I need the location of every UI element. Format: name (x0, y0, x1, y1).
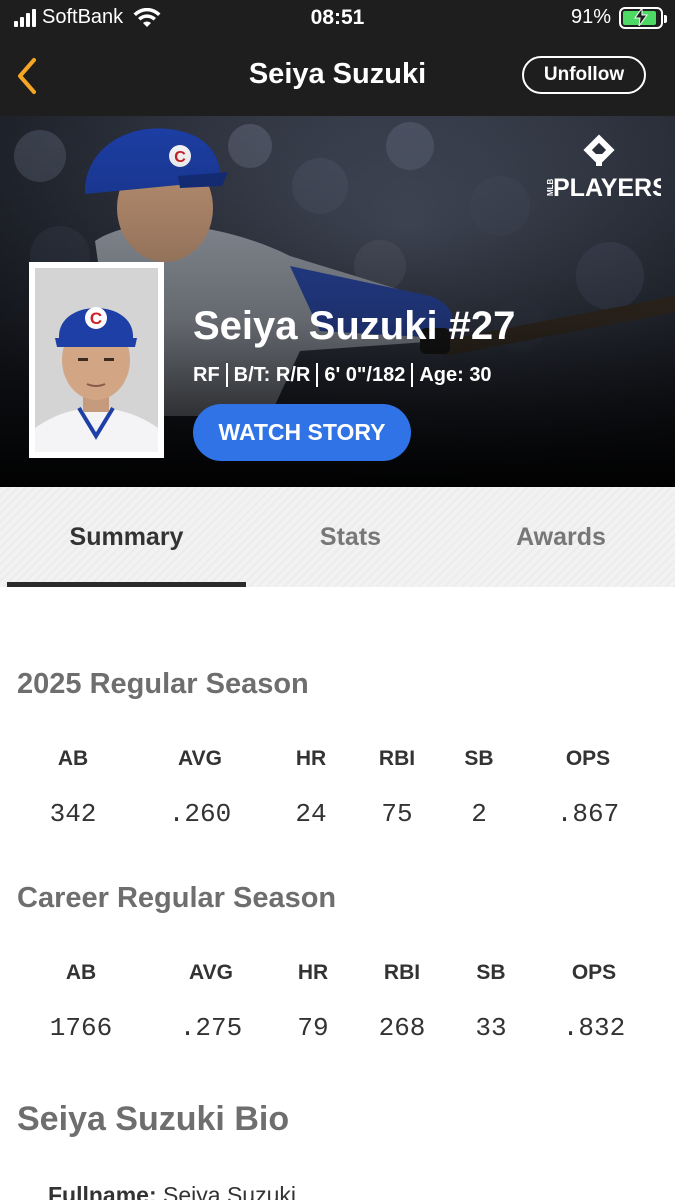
season-stats-title: 2025 Regular Season (17, 668, 309, 700)
bio-fullname: Fullname: Seiya Suzuki (48, 1182, 296, 1200)
player-position: RF (193, 363, 220, 386)
tab-awards[interactable]: Awards (455, 487, 667, 587)
stat-header: OPS (571, 961, 617, 984)
stat-value: .275 (179, 1013, 243, 1043)
stat-column: SB 33 (475, 961, 506, 1043)
stat-header: RBI (383, 961, 421, 984)
status-bar: SoftBank 08:51 91% (0, 0, 675, 36)
stat-column: AB 342 (50, 747, 97, 829)
stat-header: SB (476, 961, 506, 984)
stat-column: OPS .832 (563, 961, 625, 1043)
mlb-players-logo: MLB PLAYERS (546, 134, 661, 200)
watch-story-button[interactable]: WATCH STORY (193, 404, 411, 461)
player-headshot: C (29, 262, 164, 458)
stat-header: OPS (565, 747, 611, 770)
stat-value: .832 (562, 1013, 626, 1043)
active-tab-indicator (7, 582, 246, 587)
player-name-heading: Seiya Suzuki #27 (193, 304, 516, 348)
tab-stats[interactable]: Stats (246, 487, 455, 587)
meta-divider (225, 363, 228, 387)
stat-column: HR 79 (297, 961, 328, 1043)
stat-value: 79 (297, 1013, 329, 1043)
stat-header: AVG (189, 961, 233, 984)
bio-fullname-label: Fullname: (48, 1182, 157, 1200)
stat-header: AB (57, 747, 89, 770)
player-headshot-image: C (35, 268, 158, 452)
player-hero: C MLB PLAYERS C (0, 116, 675, 487)
stat-column: RBI 75 (379, 747, 415, 829)
stat-header: SB (464, 747, 494, 770)
charging-bolt-icon (634, 7, 648, 26)
stat-value: 2 (471, 799, 487, 829)
status-right: 91% (570, 6, 667, 29)
battery-percent: 91% (570, 6, 611, 28)
stat-value: 342 (49, 799, 97, 829)
bio-title: Seiya Suzuki Bio (17, 1100, 290, 1138)
stat-header: RBI (378, 747, 416, 770)
player-age: Age: 30 (419, 363, 492, 386)
stat-column: OPS .867 (557, 747, 619, 829)
nav-bar: Seiya Suzuki Unfollow (0, 36, 675, 116)
stat-value: 33 (475, 1013, 507, 1043)
unfollow-button[interactable]: Unfollow (522, 56, 646, 94)
tab-summary[interactable]: Summary (7, 487, 246, 587)
stat-column: AB 1766 (50, 961, 112, 1043)
stat-column: AVG .260 (169, 747, 231, 829)
stat-column: RBI 268 (379, 961, 426, 1043)
stat-header: HR (295, 747, 327, 770)
stat-header: AVG (178, 747, 222, 770)
stat-column: AVG .275 (180, 961, 242, 1043)
career-stats-title: Career Regular Season (17, 882, 337, 914)
stat-column: HR 24 (295, 747, 326, 829)
stat-value: 268 (378, 1013, 426, 1043)
stat-value: 24 (295, 799, 327, 829)
stat-header: AB (65, 961, 97, 984)
tab-bar: Summary Stats Awards (0, 487, 675, 587)
stat-value: 75 (381, 799, 413, 829)
battery-icon (619, 6, 667, 29)
meta-divider (411, 363, 414, 387)
stat-value: 1766 (49, 1013, 113, 1043)
stat-header: HR (297, 961, 329, 984)
stat-value: .867 (556, 799, 620, 829)
bio-fullname-value: Seiya Suzuki (163, 1182, 296, 1200)
mlb-logo-text: PLAYERS (553, 174, 661, 200)
player-meta: RF B/T: R/R 6' 0"/182 Age: 30 (193, 363, 492, 387)
stat-column: SB 2 (464, 747, 493, 829)
svg-text:C: C (90, 309, 102, 328)
meta-divider (316, 363, 319, 387)
player-bats-throws: B/T: R/R (233, 363, 311, 386)
player-height-weight: 6' 0"/182 (324, 363, 406, 386)
stat-value: .260 (168, 799, 232, 829)
